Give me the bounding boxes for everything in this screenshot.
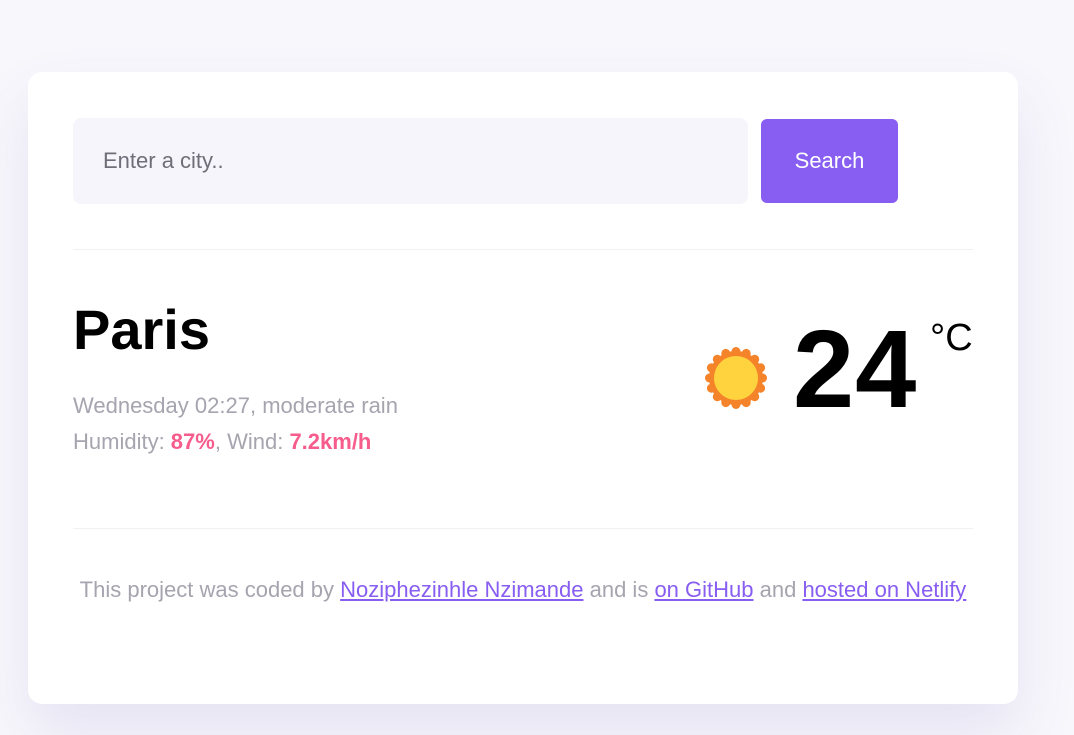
divider-bottom — [73, 528, 973, 529]
wind-label: Wind: — [227, 429, 290, 454]
footer-text-1: This project was coded by — [79, 577, 341, 602]
humidity-wind-line: Humidity: 87%, Wind: 7.2km/h — [73, 429, 372, 454]
city-name: Paris — [73, 298, 210, 361]
temperature-unit: °C — [930, 317, 973, 359]
humidity-value: 87% — [170, 429, 215, 454]
weather-description: moderate rain — [262, 393, 398, 418]
author-link[interactable]: Noziphezinhle Nzimande — [340, 577, 583, 602]
weather-details: Wednesday 02:27, moderate rain Humidity:… — [73, 388, 398, 460]
city-search-input[interactable] — [73, 118, 748, 204]
footer-text-2: and is — [583, 577, 655, 602]
day-time: Wednesday 02:27 — [73, 393, 250, 418]
footer-text-3: and — [753, 577, 803, 602]
footer-credits: This project was coded by Noziphezinhle … — [73, 575, 973, 604]
weather-card: Search Paris Wednesday 02:27, moderate r… — [28, 72, 1018, 704]
github-link[interactable]: on GitHub — [654, 577, 753, 602]
netlify-link[interactable]: hosted on Netlify — [802, 577, 966, 602]
sun-icon — [705, 347, 767, 409]
date-description-line: Wednesday 02:27, moderate rain — [73, 393, 398, 418]
search-button[interactable]: Search — [761, 119, 898, 203]
temperature-value: 24 — [793, 308, 918, 431]
humidity-label: Humidity: — [73, 429, 171, 454]
wind-value: 7.2km/h — [289, 429, 372, 454]
divider-top — [73, 249, 973, 250]
search-form: Search — [73, 118, 898, 204]
sun-core — [714, 356, 758, 400]
